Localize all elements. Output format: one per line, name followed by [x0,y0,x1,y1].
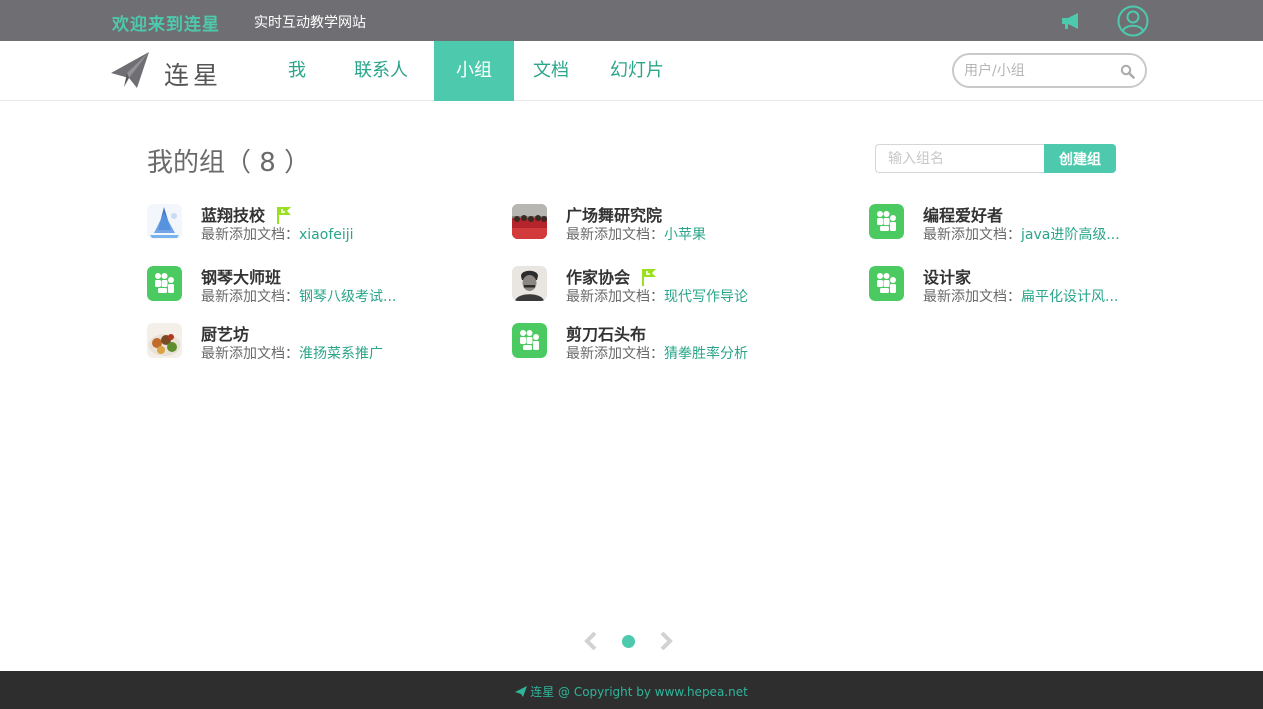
group-people-icon [869,204,904,239]
create-group-button[interactable]: 创建组 [1044,144,1116,173]
latest-doc-link[interactable]: 小苹果 [664,227,706,243]
group-item[interactable]: 广场舞研究院 最新添加文档：小苹果 [512,202,832,243]
latest-doc-label: 最新添加文档： [923,289,1021,305]
group-avatar [147,204,182,239]
group-name[interactable]: 厨艺坊 [201,325,249,344]
latest-doc-link[interactable]: xiaofeiji [299,227,354,243]
nav-item-slides[interactable]: 幻灯片 [604,41,670,101]
latest-doc-label: 最新添加文档： [201,289,299,305]
group-avatar [512,204,547,239]
footer-copyright[interactable]: 连星 @ Copyright by www.hepea.net [530,685,748,699]
latest-doc-label: 最新添加文档： [566,227,664,243]
group-name[interactable]: 设计家 [923,268,971,287]
latest-doc-label: 最新添加文档： [201,227,299,243]
user-icon[interactable] [1117,5,1149,37]
latest-doc-link[interactable]: 淮扬菜系推广 [299,346,383,362]
search-box [952,53,1147,88]
chevron-right-icon[interactable] [658,632,674,650]
latest-doc-link[interactable]: 扁平化设计风... [1021,289,1118,305]
search-input[interactable] [964,61,1114,81]
latest-doc-link[interactable]: 现代写作导论 [664,289,748,305]
search-icon[interactable] [1120,64,1135,79]
latest-doc-label: 最新添加文档： [566,346,664,362]
page-indicator-dot[interactable] [622,635,635,648]
footer: 连星 @ Copyright by www.hepea.net [0,671,1263,709]
nav-item-contacts[interactable]: 联系人 [346,41,416,101]
paper-plane-logo-icon[interactable] [110,51,150,89]
group-people-icon [869,266,904,301]
latest-doc-label: 最新添加文档： [923,227,1021,243]
top-bar: 欢迎来到连星 实时互动教学网站 [0,0,1263,41]
group-name[interactable]: 作家协会 [566,268,630,287]
group-name[interactable]: 钢琴大师班 [201,268,281,287]
group-name[interactable]: 广场舞研究院 [566,206,662,225]
group-name[interactable]: 编程爱好者 [923,206,1003,225]
nav-item-groups[interactable]: 小组 [434,41,514,101]
nav-item-me[interactable]: 我 [276,41,318,101]
group-item[interactable]: 作家协会 最新添加文档：现代写作导论 [512,264,832,305]
group-avatar [512,266,547,301]
nav-bar: 连星 我 联系人 小组 文档 幻灯片 [0,41,1263,101]
group-item[interactable]: 剪刀石头布 最新添加文档：猜拳胜率分析 [512,321,832,362]
group-name[interactable]: 蓝翔技校 [201,206,265,225]
welcome-text: 欢迎来到连星 [112,15,220,35]
flag-icon [277,207,292,224]
tagline-text: 实时互动教学网站 [254,15,366,31]
chevron-left-icon[interactable] [583,632,599,650]
group-item[interactable]: 蓝翔技校 最新添加文档：xiaofeiji [147,202,467,243]
latest-doc-link[interactable]: 猜拳胜率分析 [664,346,748,362]
group-item[interactable]: 设计家 最新添加文档：扁平化设计风... [869,264,1189,305]
group-avatar [147,323,182,358]
flag-icon [642,269,657,286]
latest-doc-label: 最新添加文档： [566,289,664,305]
group-item[interactable]: 厨艺坊 最新添加文档：淮扬菜系推广 [147,321,467,362]
group-item[interactable]: 钢琴大师班 最新添加文档：钢琴八级考试... [147,264,467,305]
group-name[interactable]: 剪刀石头布 [566,325,646,344]
megaphone-icon[interactable] [1060,11,1082,31]
group-item[interactable]: 编程爱好者 最新添加文档：java进阶高级... [869,202,1189,243]
group-people-icon [512,323,547,358]
group-name-input[interactable] [875,144,1045,173]
nav-item-documents[interactable]: 文档 [526,41,576,101]
logo-text[interactable]: 连星 [164,56,222,92]
latest-doc-link[interactable]: java进阶高级... [1021,227,1120,243]
latest-doc-link[interactable]: 钢琴八级考试... [299,289,396,305]
page-title: 我的组（ 8 ） [147,148,311,178]
group-people-icon [147,266,182,301]
paper-plane-icon [515,686,528,697]
latest-doc-label: 最新添加文档： [201,346,299,362]
